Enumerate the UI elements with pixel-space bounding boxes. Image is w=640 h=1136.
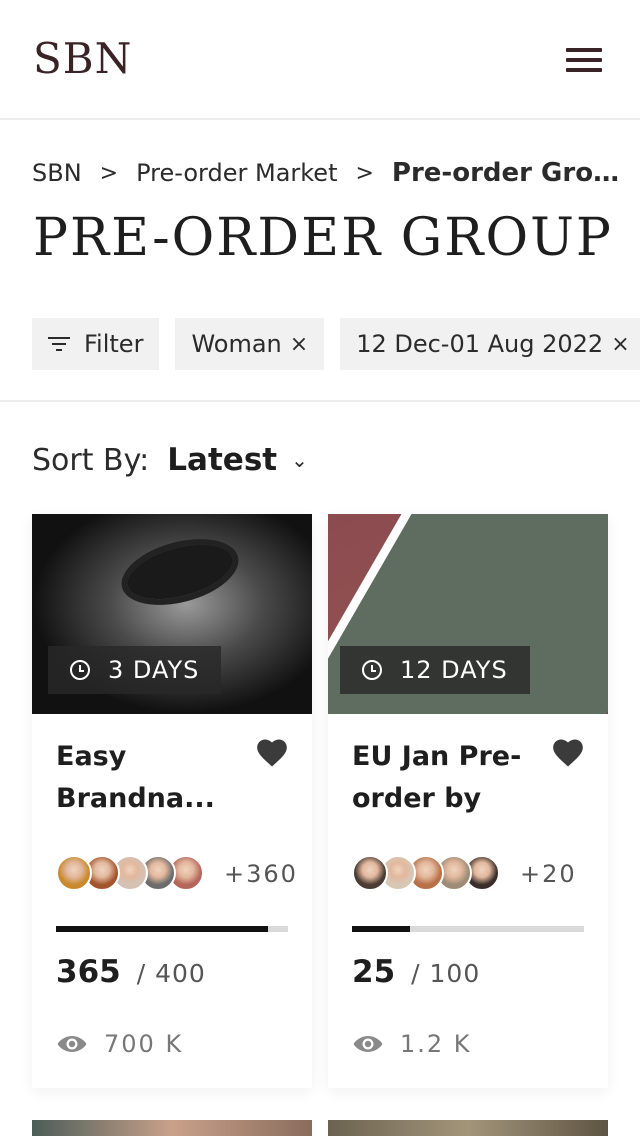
filter-chip-date-range[interactable]: 12 Dec-01 Aug 2022 ×	[340, 318, 640, 370]
view-count: 700 K	[56, 1030, 183, 1058]
filter-chips: Filter Woman × 12 Dec-01 Aug 2022 ×	[32, 318, 640, 370]
page-title: PRE-ORDER GROUP	[33, 208, 613, 268]
next-card-image[interactable]	[32, 1120, 312, 1136]
chevron-down-icon[interactable]: ⌄	[291, 448, 308, 472]
days-left-badge: 12 DAYS	[340, 646, 530, 694]
progress-bar	[352, 926, 584, 932]
total-count: / 400	[136, 959, 206, 988]
product-image[interactable]: 12 DAYS	[328, 514, 608, 714]
filter-chip-woman[interactable]: Woman ×	[175, 318, 325, 370]
total-count: / 100	[411, 959, 481, 988]
filter-label: Filter	[84, 330, 144, 358]
product-card[interactable]: 12 DAYS EU Jan Pre-order by K... +20 25 …	[328, 514, 608, 1088]
sort-label: Sort By:	[32, 442, 150, 478]
current-count: 25	[352, 954, 396, 990]
breadcrumb-item-sbn[interactable]: SBN	[32, 159, 82, 187]
progress-bar	[56, 926, 288, 932]
participant-avatars	[56, 854, 204, 892]
next-card-image[interactable]	[328, 1120, 608, 1136]
heart-icon[interactable]	[550, 736, 586, 768]
progress-fill	[56, 926, 268, 932]
eye-icon	[353, 1036, 383, 1052]
hamburger-menu-icon[interactable]	[566, 48, 602, 74]
chip-label: Woman	[191, 330, 282, 358]
participant-avatars	[352, 854, 500, 892]
sort-value[interactable]: Latest	[167, 442, 277, 478]
heart-icon[interactable]	[254, 736, 290, 768]
chip-label: 12 Dec-01 Aug 2022	[356, 330, 604, 358]
chevron-right-icon: >	[99, 160, 119, 186]
breadcrumb-item-pre-order-market[interactable]: Pre-order Market	[136, 159, 337, 187]
sunglasses-shape	[114, 527, 246, 617]
sort-control[interactable]: Sort By: Latest ⌄	[32, 438, 308, 482]
chevron-right-icon: >	[355, 160, 374, 186]
view-count: 1.2 K	[352, 1030, 472, 1058]
app-header: SBN	[0, 0, 640, 120]
days-left-text: 3 DAYS	[108, 656, 200, 684]
view-count-text: 700 K	[104, 1030, 184, 1058]
current-count: 365	[56, 954, 121, 990]
breadcrumb-current: Pre-order Gro...	[391, 158, 620, 188]
product-title[interactable]: Easy Brandna...	[56, 736, 246, 820]
logo[interactable]: SBN	[33, 34, 132, 83]
days-left-text: 12 DAYS	[400, 656, 508, 684]
breadcrumb: SBN > Pre-order Market > Pre-order Gro..…	[32, 155, 620, 191]
filter-icon	[48, 336, 70, 352]
participant-extra-count: +360	[224, 860, 298, 888]
order-count: 25 / 100	[352, 954, 480, 990]
avatar	[56, 855, 92, 891]
clock-icon	[70, 660, 90, 680]
product-title[interactable]: EU Jan Pre-order by K...	[352, 736, 542, 820]
product-image[interactable]: 3 DAYS	[32, 514, 312, 714]
avatar	[352, 855, 388, 891]
eye-icon	[57, 1036, 87, 1052]
divider	[0, 400, 640, 402]
days-left-badge: 3 DAYS	[48, 646, 222, 694]
order-count: 365 / 400	[56, 954, 206, 990]
participant-extra-count: +20	[520, 860, 577, 888]
filter-button[interactable]: Filter	[32, 318, 160, 370]
product-card[interactable]: 3 DAYS Easy Brandna... +360 365 / 400 70…	[32, 514, 312, 1088]
close-icon[interactable]: ×	[290, 332, 308, 357]
view-count-text: 1.2 K	[400, 1030, 472, 1058]
close-icon[interactable]: ×	[611, 332, 629, 357]
progress-fill	[352, 926, 410, 932]
clock-icon	[362, 660, 382, 680]
